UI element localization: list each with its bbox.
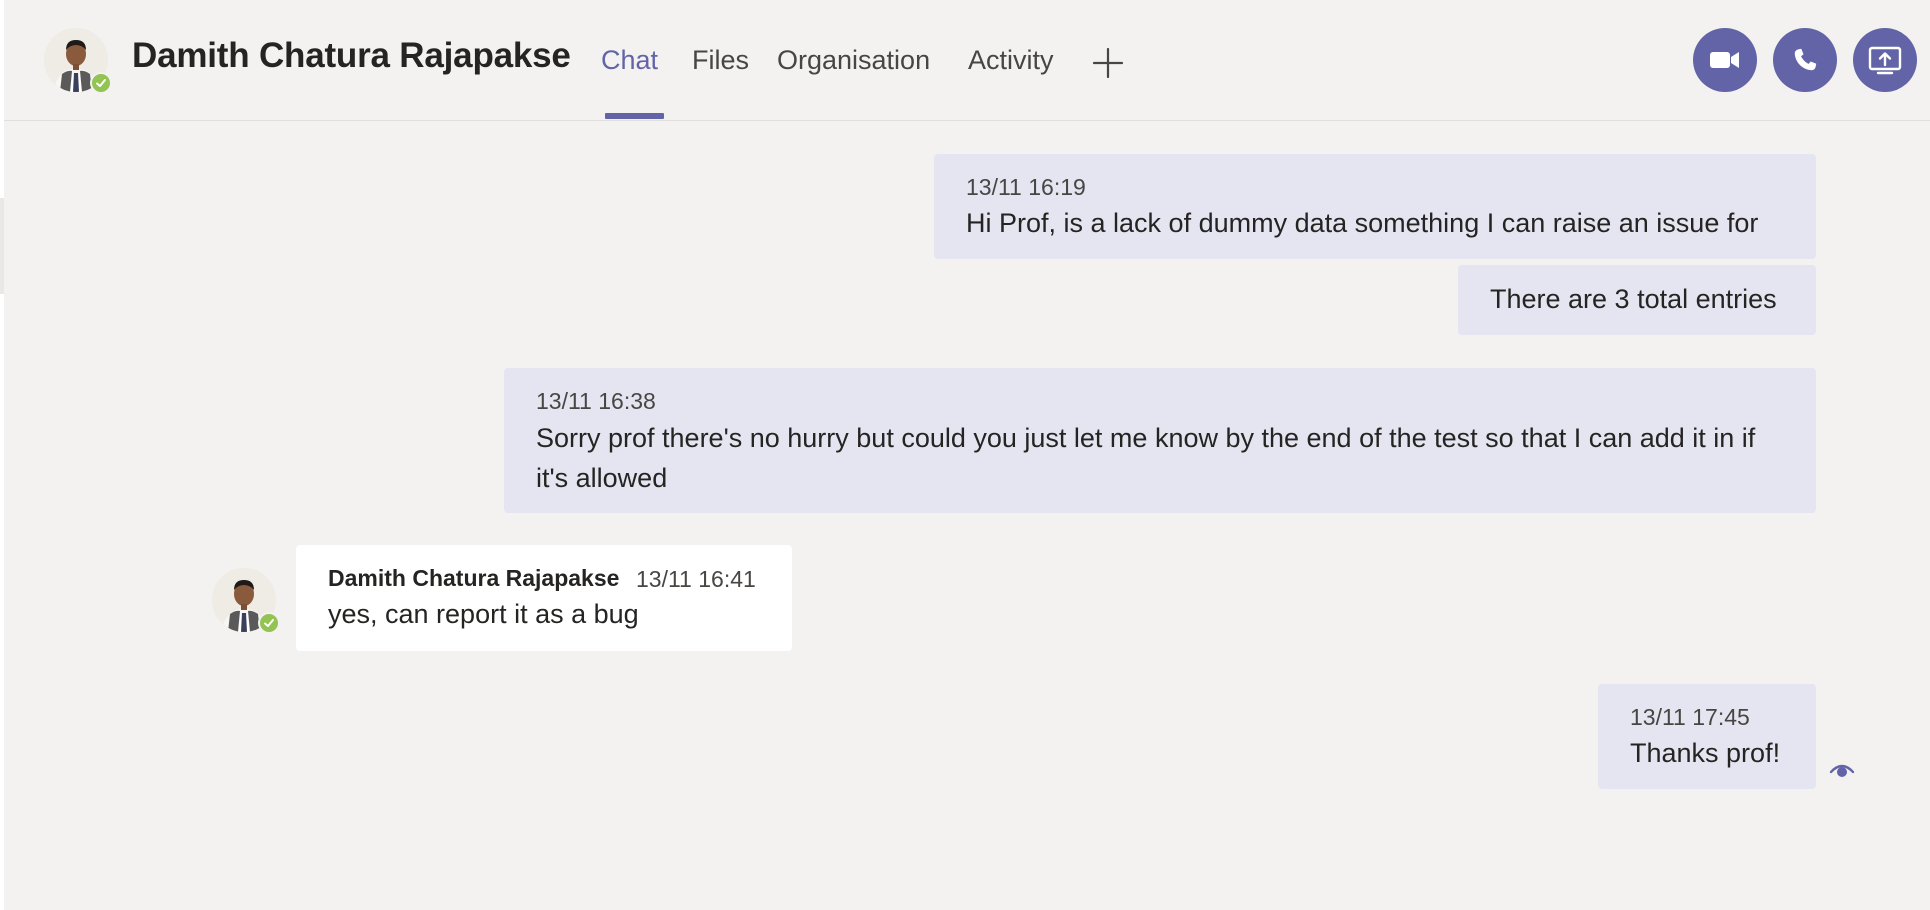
presence-available-icon [90, 72, 112, 94]
plus-icon [1092, 47, 1124, 79]
message-timestamp: 13/11 16:41 [636, 566, 756, 592]
left-edge-tab [0, 198, 4, 294]
tab-organisation[interactable]: Organisation [777, 45, 930, 76]
seen-eye-icon [1828, 756, 1856, 784]
presence-available-icon [258, 612, 280, 634]
chat-header: Damith Chatura Rajapakse Chat Files Orga… [4, 0, 1930, 121]
message-sender-name: Damith Chatura Rajapakse [328, 565, 620, 591]
message-bubble-outgoing[interactable]: 13/11 17:45 Thanks prof! [1598, 684, 1816, 789]
message-bubble-outgoing[interactable]: 13/11 16:38 Sorry prof there's no hurry … [504, 368, 1816, 513]
message-timestamp: 13/11 16:19 [966, 174, 1086, 200]
tab-activity[interactable]: Activity [968, 45, 1054, 76]
message-text: There are 3 total entries [1490, 284, 1777, 314]
message-timestamp: 13/11 17:45 [1630, 704, 1750, 730]
message-text: Thanks prof! [1630, 738, 1781, 768]
active-tab-indicator [605, 113, 664, 119]
message-bubble-outgoing[interactable]: 13/11 16:19 Hi Prof, is a lack of dummy … [934, 154, 1816, 259]
teams-chat-window: Damith Chatura Rajapakse Chat Files Orga… [0, 0, 1930, 910]
share-screen-button[interactable] [1853, 28, 1917, 92]
message-timestamp: 13/11 16:38 [536, 388, 656, 414]
phone-icon [1794, 48, 1817, 71]
message-text: Hi Prof, is a lack of dummy data somethi… [966, 208, 1759, 238]
message-text: yes, can report it as a bug [328, 599, 639, 629]
add-tab-button[interactable] [1091, 46, 1125, 80]
contact-name: Damith Chatura Rajapakse [132, 36, 571, 75]
message-bubble-incoming[interactable]: Damith Chatura Rajapakse 13/11 16:41 yes… [296, 545, 792, 651]
video-camera-icon [1710, 52, 1739, 68]
video-call-button[interactable] [1693, 28, 1757, 92]
audio-call-button[interactable] [1773, 28, 1837, 92]
message-bubble-outgoing[interactable]: There are 3 total entries [1458, 265, 1816, 335]
left-edge-strip [0, 0, 4, 910]
tab-chat[interactable]: Chat [601, 45, 658, 76]
message-text: Sorry prof there's no hurry but could yo… [536, 423, 1756, 493]
share-screen-icon [1868, 46, 1902, 75]
sender-avatar[interactable] [212, 568, 280, 634]
contact-avatar[interactable] [44, 28, 112, 94]
tab-files[interactable]: Files [692, 45, 749, 76]
